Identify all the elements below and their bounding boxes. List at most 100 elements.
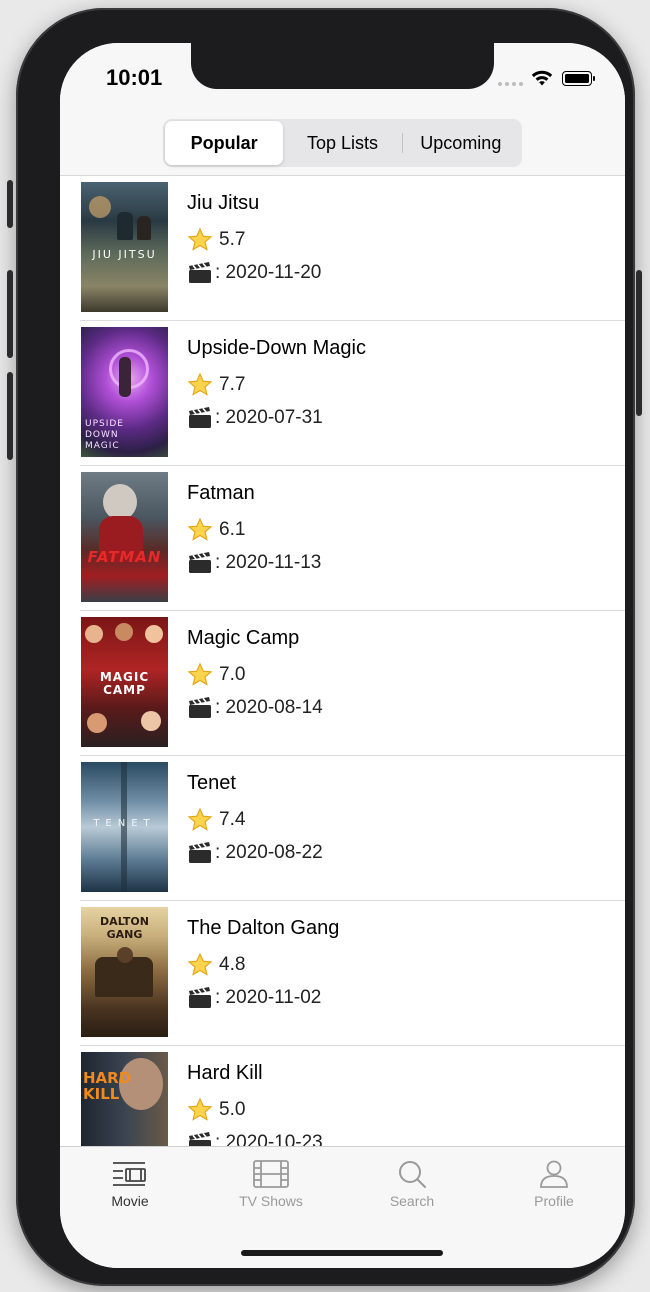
- movie-row[interactable]: DALTON GANG The Dalton Gang 4.8 : 2020-1…: [60, 901, 625, 1046]
- rating-value: 7.7: [219, 374, 246, 395]
- movie-rating: 6.1: [187, 517, 245, 543]
- movie-row[interactable]: UPSIDE DOWN MAGIC Upside-Down Magic 7.7 …: [60, 321, 625, 466]
- segment-bar: Popular Top Lists Upcoming: [60, 113, 625, 176]
- tab-label: Profile: [534, 1193, 574, 1209]
- movie-row[interactable]: HARD KILL Hard Kill 5.0 : 2020-10-23: [60, 1046, 625, 1146]
- clapperboard-icon: [189, 407, 211, 428]
- movie-rating: 7.0: [187, 662, 245, 688]
- clapperboard-icon: [189, 697, 211, 718]
- release-date-value: : 2020-10-23: [215, 1132, 323, 1146]
- poster-text: DALTON GANG: [100, 915, 149, 941]
- clapperboard-icon: [189, 262, 211, 283]
- person-icon: [540, 1160, 568, 1188]
- tab-search[interactable]: Search: [362, 1159, 462, 1209]
- movie-title: Jiu Jitsu: [187, 192, 260, 214]
- movie-release-date: : 2020-11-13: [187, 551, 321, 575]
- star-icon: [187, 952, 213, 976]
- movie-rating: 5.7: [187, 227, 245, 253]
- rating-value: 5.7: [219, 229, 246, 250]
- movie-release-date: : 2020-08-14: [187, 696, 323, 720]
- poster-text: TENET: [93, 818, 156, 829]
- tab-label: Search: [389, 1193, 435, 1209]
- poster-text: FATMAN: [87, 548, 162, 566]
- movie-row[interactable]: FATMAN Fatman 6.1 : 2020-11-13: [60, 466, 625, 611]
- tab-label: Movie: [111, 1193, 149, 1209]
- release-date-value: : 2020-08-14: [215, 697, 323, 718]
- clapperboard-icon: [189, 987, 211, 1008]
- movie-row[interactable]: TENET Tenet 7.4 : 2020-08-22: [60, 756, 625, 901]
- tab-tv-shows[interactable]: TV Shows: [221, 1159, 321, 1209]
- poster-text: HARD KILL: [83, 1069, 132, 1103]
- tab-profile[interactable]: Profile: [504, 1159, 604, 1209]
- movie-title: Upside-Down Magic: [187, 337, 366, 359]
- movie-title: Magic Camp: [187, 627, 300, 649]
- power-button: [636, 270, 642, 416]
- wifi-icon: [531, 70, 553, 86]
- release-date-value: : 2020-11-13: [215, 552, 322, 573]
- silent-switch: [7, 180, 13, 228]
- movie-title: Hard Kill: [187, 1062, 263, 1084]
- battery-icon: [562, 71, 595, 86]
- release-date-value: : 2020-11-20: [215, 262, 322, 283]
- movie-poster: JIU JITSU: [81, 182, 168, 312]
- tab-bar: Movie TV Shows Search Profile: [60, 1146, 625, 1268]
- movie-poster: MAGIC CAMP: [81, 617, 168, 747]
- rating-value: 6.1: [219, 519, 246, 540]
- movie-row[interactable]: JIU JITSU Jiu Jitsu 5.7 : 2020-11-20: [60, 176, 625, 321]
- movie-poster: HARD KILL: [81, 1052, 168, 1146]
- release-date-value: : 2020-07-31: [215, 407, 323, 428]
- status-time: 10:01: [106, 65, 163, 90]
- movie-title: Fatman: [187, 482, 255, 504]
- star-icon: [187, 662, 213, 686]
- movie-rating: 4.8: [187, 952, 245, 978]
- segment-upcoming[interactable]: Upcoming: [401, 121, 520, 165]
- movie-row[interactable]: MAGIC CAMP Magic Camp 7.0 : 2020-08-14: [60, 611, 625, 756]
- movie-title: Tenet: [187, 772, 236, 794]
- movie-poster: TENET: [81, 762, 168, 892]
- movie-poster: DALTON GANG: [81, 907, 168, 1037]
- star-icon: [187, 807, 213, 831]
- movie-rating: 7.7: [187, 372, 245, 398]
- home-indicator[interactable]: [241, 1250, 443, 1256]
- movie-release-date: : 2020-11-20: [187, 261, 321, 285]
- search-icon: [399, 1161, 426, 1188]
- clapperboard-icon: [189, 552, 211, 573]
- movie-rating: 5.0: [187, 1097, 245, 1123]
- film-strip-icon: [253, 1160, 289, 1188]
- poster-text: JIU JITSU: [92, 248, 157, 261]
- movie-list-icon: [113, 1162, 146, 1186]
- release-date-value: : 2020-11-02: [215, 987, 322, 1008]
- movie-release-date: : 2020-10-23: [187, 1131, 323, 1146]
- movie-poster: FATMAN: [81, 472, 168, 602]
- device-frame: 10:01 Popular Top Lists Upcoming JIU JIT…: [7, 8, 642, 1286]
- movie-list[interactable]: JIU JITSU Jiu Jitsu 5.7 : 2020-11-20 UPS…: [60, 176, 625, 1146]
- segmented-control: Popular Top Lists Upcoming: [163, 119, 522, 167]
- volume-up-button: [7, 270, 13, 358]
- notch: [191, 43, 494, 89]
- rating-value: 5.0: [219, 1099, 246, 1120]
- volume-down-button: [7, 372, 13, 460]
- movie-release-date: : 2020-07-31: [187, 406, 323, 430]
- movie-poster: UPSIDE DOWN MAGIC: [81, 327, 168, 457]
- segment-top-lists[interactable]: Top Lists: [283, 121, 401, 165]
- movie-release-date: : 2020-08-22: [187, 841, 323, 865]
- star-icon: [187, 517, 213, 541]
- clapperboard-icon: [189, 842, 211, 863]
- movie-rating: 7.4: [187, 807, 245, 833]
- release-date-value: : 2020-08-22: [215, 842, 323, 863]
- rating-value: 7.4: [219, 809, 246, 830]
- tab-movie[interactable]: Movie: [80, 1159, 180, 1209]
- star-icon: [187, 1097, 213, 1121]
- poster-text: UPSIDE DOWN MAGIC: [85, 419, 124, 451]
- rating-value: 4.8: [219, 954, 246, 975]
- star-icon: [187, 227, 213, 251]
- cellular-signal-icon: [498, 82, 523, 86]
- rating-value: 7.0: [219, 664, 246, 685]
- movie-release-date: : 2020-11-02: [187, 986, 321, 1010]
- screen: 10:01 Popular Top Lists Upcoming JIU JIT…: [60, 43, 625, 1268]
- segment-popular[interactable]: Popular: [165, 121, 284, 165]
- clapperboard-icon: [189, 1132, 211, 1146]
- star-icon: [187, 372, 213, 396]
- tab-label: TV Shows: [239, 1193, 303, 1209]
- movie-title: The Dalton Gang: [187, 917, 340, 939]
